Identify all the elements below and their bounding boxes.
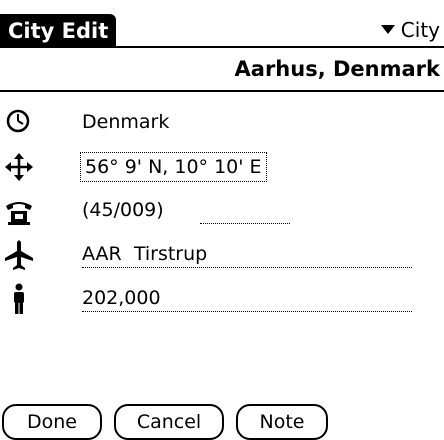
coordinates-row: 56° 9' N, 10° 10' E [0, 148, 444, 188]
country-row: Denmark [0, 104, 444, 144]
telephone-icon [6, 202, 32, 225]
clock-icon [6, 109, 30, 133]
airplane-icon [5, 240, 33, 270]
app-title: City Edit [0, 14, 117, 48]
population-underline [82, 311, 412, 312]
city-name-heading: Aarhus, Denmark [234, 57, 440, 81]
airport-field[interactable]: AAR Tirstrup [82, 240, 207, 268]
population-value: 202,000 [82, 287, 161, 309]
cancel-button[interactable]: Cancel [114, 404, 224, 440]
population-field[interactable]: 202,000 [82, 284, 161, 312]
title-bar: City Edit City [0, 0, 444, 48]
move-arrows-icon [5, 153, 33, 181]
airport-name-value: Tirstrup [133, 243, 208, 265]
phone-row: (45/009) [0, 192, 444, 232]
phone-extra-field[interactable] [200, 223, 290, 224]
note-button[interactable]: Note [236, 404, 328, 440]
coordinates-value: 56° 9' N, 10° 10' E [80, 152, 267, 182]
category-dropdown[interactable]: City [380, 15, 440, 45]
airport-row: AAR Tirstrup [0, 236, 444, 276]
dropdown-triangle-icon [380, 25, 395, 34]
country-value: Denmark [82, 111, 170, 133]
button-bar: Done Cancel Note [0, 404, 444, 440]
coordinates-field[interactable]: 56° 9' N, 10° 10' E [80, 152, 267, 182]
population-row: 202,000 [0, 280, 444, 320]
category-label: City [400, 18, 440, 42]
airport-code-value: AAR [82, 243, 122, 265]
person-icon [14, 283, 24, 314]
phone-code-value: (45/009) [82, 199, 164, 221]
title-underline [0, 46, 444, 48]
airport-underline [82, 267, 412, 268]
separator-line [0, 90, 444, 92]
done-button[interactable]: Done [2, 404, 102, 440]
